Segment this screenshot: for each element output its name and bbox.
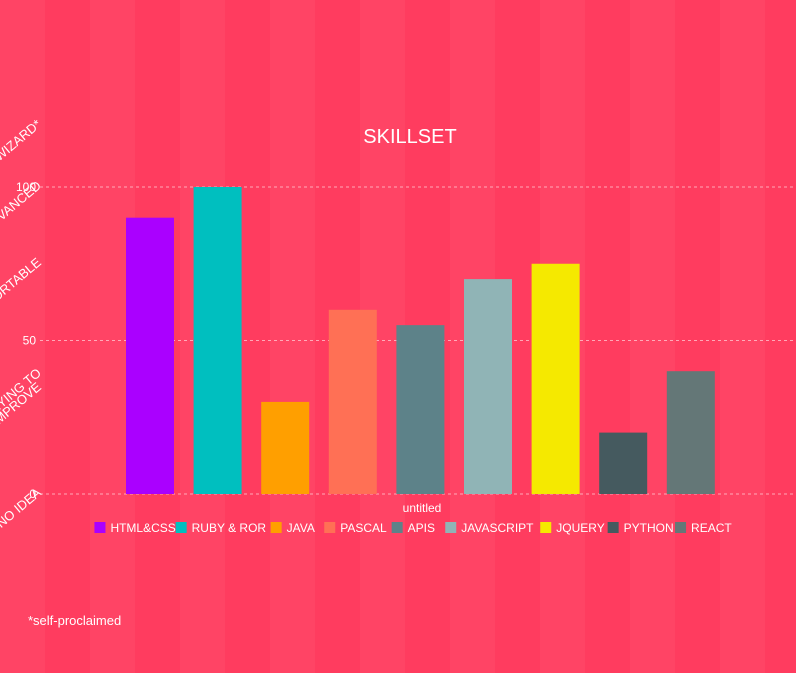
legend-label-apis: APIS bbox=[408, 521, 435, 535]
bar-javascript bbox=[464, 279, 512, 494]
legend-label-jquery: JQUERY bbox=[556, 521, 604, 535]
legend-label-python: PYTHON bbox=[624, 521, 674, 535]
legend-swatch-java bbox=[270, 522, 282, 533]
bar-html-css bbox=[126, 217, 174, 494]
skillset-bar-chart: SKILLSET 050100 NO IDEATRYING TOIMPROVEC… bbox=[0, 116, 796, 535]
x-axis-label: untitled bbox=[403, 501, 442, 515]
legend-swatch-html-css bbox=[94, 522, 106, 533]
level-label-no-idea: NO IDEA bbox=[0, 485, 44, 531]
legend-swatch-jquery bbox=[540, 522, 552, 533]
legend-label-pascal: PASCAL bbox=[340, 521, 387, 535]
legend-swatch-react bbox=[675, 522, 687, 533]
legend-label-java: JAVA bbox=[287, 521, 315, 535]
level-label-comfortable: COMFORTABLE bbox=[0, 254, 44, 329]
bar-pascal bbox=[328, 309, 377, 494]
legend-label-javascript: JAVASCRIPT bbox=[461, 521, 534, 535]
footnote: *self-proclaimed bbox=[28, 613, 122, 628]
level-labels: NO IDEATRYING TOIMPROVECOMFORTABLEADVANC… bbox=[0, 116, 44, 530]
bar-ruby-ror bbox=[193, 187, 242, 494]
legend-label-ruby-ror: RUBY & ROR bbox=[192, 521, 267, 535]
legend-swatch-python bbox=[607, 522, 619, 533]
legend: HTML&CSS RUBY & ROR JAVA PASCAL APIS JAVASCRI… bbox=[94, 521, 732, 535]
level-label-wizard: WIZARD* bbox=[0, 116, 44, 164]
legend-label-html-css: HTML&CSS bbox=[110, 521, 175, 535]
bar-react bbox=[666, 371, 715, 494]
legend-swatch-apis bbox=[391, 522, 403, 533]
chart-title: SKILLSET bbox=[363, 126, 456, 148]
legend-label-react: REACT bbox=[691, 521, 732, 535]
bar-apis bbox=[396, 325, 445, 494]
bar-jquery bbox=[531, 263, 580, 494]
y-tick-label-50: 50 bbox=[23, 334, 37, 348]
legend-swatch-javascript bbox=[445, 522, 457, 533]
bar-java bbox=[261, 401, 310, 494]
legend-swatch-pascal bbox=[324, 522, 336, 533]
legend-swatch-ruby-ror bbox=[175, 522, 187, 533]
bar-layer bbox=[126, 187, 715, 494]
bar-python bbox=[599, 432, 648, 494]
